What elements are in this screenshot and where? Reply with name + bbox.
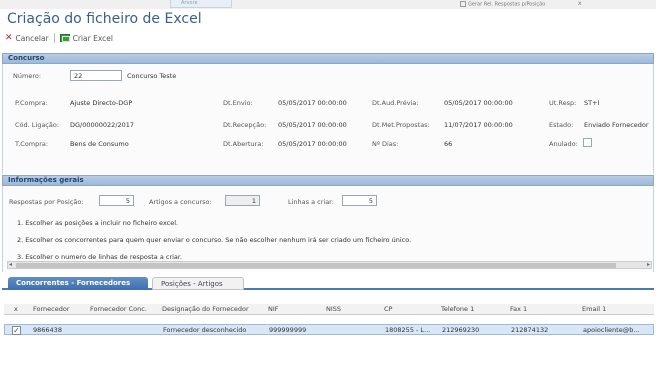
table-row[interactable]: ✓ 9866438 Fornecedor desconhecido 999999… bbox=[4, 324, 654, 335]
cancel-button[interactable]: ✕ Cancelar bbox=[5, 32, 49, 43]
tab-bar: Concorrentes - Fornecedores Posições - A… bbox=[2, 275, 654, 290]
info-horizontal-scrollbar[interactable]: ◂ ▸ bbox=[7, 261, 652, 269]
instruction-3: 3. Escolher o numero de linhas de respos… bbox=[17, 253, 183, 261]
utresp-label: Ut.Resp: bbox=[549, 99, 577, 107]
respostas-field[interactable]: 5 bbox=[99, 195, 134, 206]
col-header-designacao[interactable]: Designação do Fornecedor bbox=[162, 305, 249, 313]
cancel-label: Cancelar bbox=[15, 33, 49, 43]
instruction-2: 2. Escolher os concorrentes para quem qu… bbox=[17, 236, 412, 244]
background-tree-tab: Árvore bbox=[170, 0, 232, 8]
col-header-select[interactable]: x bbox=[14, 305, 18, 313]
cell-fax: 212874132 bbox=[511, 326, 549, 334]
col-header-niss[interactable]: NISS bbox=[326, 305, 341, 313]
numero-label: Número: bbox=[13, 72, 42, 80]
col-header-email[interactable]: Email 1 bbox=[582, 305, 606, 313]
info-panel: Respostas por Posição: 5 Artigos a concu… bbox=[2, 186, 654, 272]
linhas-field[interactable]: 5 bbox=[342, 195, 377, 206]
create-excel-button[interactable]: Criar Excel bbox=[59, 33, 113, 43]
estado-value: Enviado Fornecedor bbox=[584, 121, 649, 129]
col-header-fornecedor[interactable]: Fornecedor bbox=[33, 305, 70, 313]
artigos-field: 1 bbox=[225, 195, 260, 206]
scroll-right-icon[interactable]: ▸ bbox=[647, 261, 650, 268]
close-icon: ✕ bbox=[5, 32, 13, 43]
dtaud-label: Dt.Aud.Prévia: bbox=[372, 99, 419, 107]
tab-posicoes-artigos[interactable]: Posições - Artigos bbox=[152, 277, 244, 290]
dtmet-label: Dt.Met.Propostas: bbox=[372, 121, 430, 129]
dtenvio-value: 05/05/2017 00:00:00 bbox=[278, 99, 347, 107]
ndias-value: 66 bbox=[444, 140, 453, 148]
col-header-cp[interactable]: CP bbox=[384, 305, 392, 313]
checkbox-icon bbox=[460, 1, 466, 7]
cell-designacao: Fornecedor desconhecido bbox=[163, 326, 247, 334]
numero-field[interactable]: 22 bbox=[70, 70, 122, 81]
cell-email: apoiocliente@b... bbox=[583, 326, 640, 334]
dtenvio-label: Dt.Envio: bbox=[223, 99, 253, 107]
anulado-checkbox[interactable] bbox=[583, 138, 592, 147]
dtabert-value: 05/05/2017 00:00:00 bbox=[278, 140, 347, 148]
dtmet-value: 11/07/2017 00:00:00 bbox=[444, 121, 513, 129]
tcompra-value: Bens de Consumo bbox=[70, 140, 129, 148]
col-header-nif[interactable]: NIF bbox=[268, 305, 279, 313]
excel-icon bbox=[59, 34, 70, 42]
concurso-section-header: Concurso bbox=[2, 53, 654, 64]
background-close-icon: x bbox=[578, 0, 582, 7]
utresp-value: ST+I bbox=[584, 99, 600, 107]
cell-nif: 999999999 bbox=[269, 326, 307, 334]
cell-fornecedor: 9866438 bbox=[33, 326, 62, 334]
col-header-fax[interactable]: Fax 1 bbox=[510, 305, 527, 313]
scroll-left-icon[interactable]: ◂ bbox=[9, 261, 12, 268]
linhas-label: Linhas a criar: bbox=[288, 198, 334, 206]
estado-label: Estado: bbox=[549, 121, 574, 129]
cell-cp: 1808255 - L... bbox=[385, 326, 431, 334]
dtaud-value: 05/05/2017 00:00:00 bbox=[444, 99, 513, 107]
tcompra-label: T.Compra: bbox=[15, 140, 49, 148]
instruction-1: 1. Escolher as posições a incluir no fic… bbox=[17, 219, 179, 227]
col-header-fornecedor-conc[interactable]: Fornecedor Conc. bbox=[90, 305, 147, 313]
grid-header-row: x Fornecedor Fornecedor Conc. Designação… bbox=[4, 304, 654, 315]
artigos-label: Artigos a concurso: bbox=[149, 198, 212, 206]
toolbar: ✕ Cancelar Criar Excel bbox=[5, 32, 113, 44]
cod-label: Cód. Ligação: bbox=[15, 121, 60, 129]
info-section-header: Informações gerais bbox=[2, 175, 654, 186]
dtrecep-value: 05/05/2017 00:00:00 bbox=[278, 121, 347, 129]
anulado-label: Anulado: bbox=[549, 140, 578, 148]
respostas-label: Respostas por Posição: bbox=[9, 198, 84, 206]
pcompra-value: Ajuste Directo-DGP bbox=[70, 99, 133, 107]
create-excel-label: Criar Excel bbox=[72, 33, 113, 43]
scrollbar-thumb[interactable] bbox=[16, 263, 616, 268]
dtabert-label: Dt.Abertura: bbox=[223, 140, 264, 148]
background-report-checkbox: Gerar Rel. Respostas p/Posição bbox=[460, 1, 560, 8]
row-select-checkbox[interactable]: ✓ bbox=[12, 326, 21, 335]
pcompra-label: P.Compra: bbox=[15, 99, 48, 107]
window-title: Criação do ficheiro de Excel bbox=[7, 11, 202, 27]
concurso-panel: Número: 22 Concurso Teste P.Compra: Ajus… bbox=[2, 64, 654, 174]
cod-value: DG/00000022/2017 bbox=[70, 121, 135, 129]
dtrecep-label: Dt.Recepção: bbox=[223, 121, 267, 129]
cell-telefone: 212969230 bbox=[442, 326, 480, 334]
col-header-telefone[interactable]: Telefone 1 bbox=[441, 305, 474, 313]
background-checkbox-label: Gerar Rel. Respostas p/Posição bbox=[468, 1, 546, 8]
toolbar-divider bbox=[53, 33, 55, 43]
ndias-label: Nº Dias: bbox=[372, 140, 399, 148]
concurso-name: Concurso Teste bbox=[127, 72, 177, 80]
tab-concorrentes-fornecedores[interactable]: Concorrentes - Fornecedores bbox=[8, 277, 148, 290]
